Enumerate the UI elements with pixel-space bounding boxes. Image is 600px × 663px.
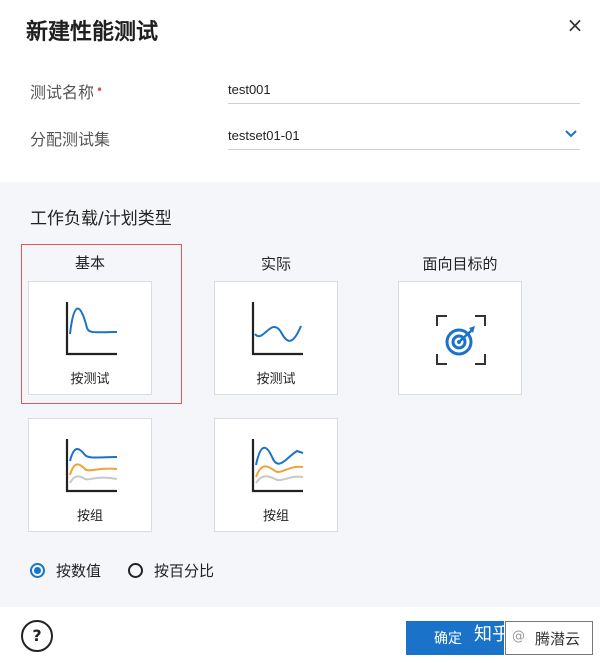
card-basic-by-test-label: 按测试 [70,372,110,387]
card-actual-by-test[interactable]: 按测试 [214,281,338,395]
required-mark: • [96,83,104,97]
dialog-title: 新建性能测试 [26,20,159,45]
dialog-footer: ? 确定 知乎 @ 腾潜云 [0,607,600,663]
radio-by-value[interactable] [30,563,45,578]
column-label-goal: 面向目标的 [422,255,498,273]
card-actual-by-group[interactable]: 按组 [214,418,338,532]
workload-section-title: 工作负载/计划类型 [30,209,172,229]
card-goal-oriented[interactable] [398,281,522,395]
multi-wave-chart-icon [251,439,304,493]
test-name-label-text: 测试名称 [30,83,95,102]
radio-by-percent-label: 按百分比 [154,562,215,580]
radio-by-value-label: 按数值 [56,562,102,580]
multi-curve-chart-icon [65,439,118,493]
testset-select[interactable]: testset01-01 [228,122,580,150]
test-name-label: 测试名称 • [30,79,103,103]
column-label-actual: 实际 [260,255,291,273]
card-actual-by-test-label: 按测试 [256,372,296,387]
test-name-row: 测试名称 • [0,72,600,112]
close-icon[interactable]: × [564,14,586,36]
card-basic-by-group-label: 按组 [76,509,103,524]
chevron-down-icon[interactable] [564,126,578,140]
test-name-input[interactable] [228,76,580,104]
mode-by-percent[interactable]: 按百分比 [128,560,328,582]
target-icon [436,315,486,365]
watermark-brand: 腾潜云 [535,630,581,648]
watermark-at: @ [512,629,525,644]
curve-chart-icon [65,302,118,356]
testset-value: testset01-01 [228,128,300,143]
card-basic-by-test[interactable]: 按测试 [28,281,152,395]
testset-row: 分配测试集 testset01-01 [0,120,600,160]
card-basic-by-group[interactable]: 按组 [28,418,152,532]
wave-chart-icon [251,302,303,356]
testset-label: 分配测试集 [30,130,111,149]
card-actual-by-group-label: 按组 [262,509,289,524]
workload-panel: 工作负载/计划类型 基本 实际 面向目标的 按测试 按测试 按组 按组 按数值 … [0,182,600,607]
help-icon[interactable]: ? [21,620,53,652]
dialog-header: 新建性能测试 × [0,0,600,60]
radio-by-percent[interactable] [128,563,143,578]
